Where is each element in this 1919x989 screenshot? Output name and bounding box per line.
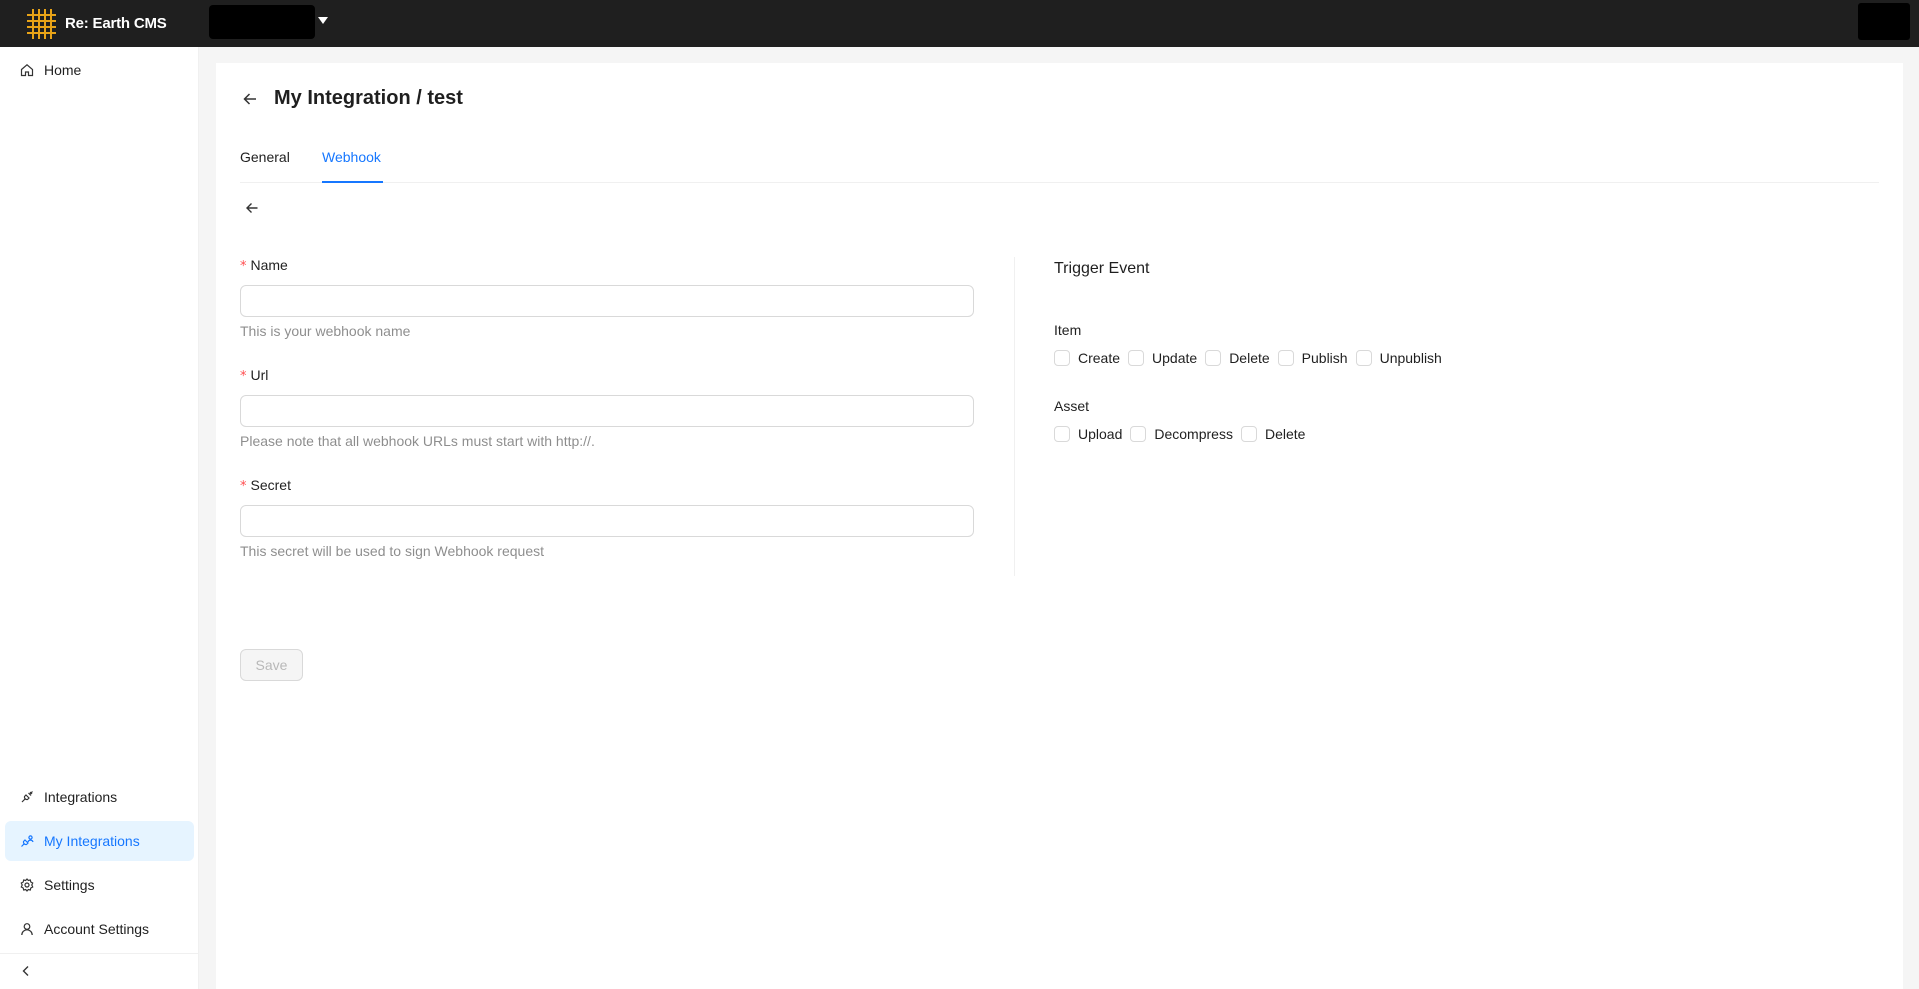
required-mark: *	[240, 369, 247, 384]
home-icon	[20, 63, 34, 77]
user-menu[interactable]	[1858, 3, 1910, 40]
top-bar: Re: Earth CMS	[0, 0, 1919, 47]
sidebar: Home Integrations My Integrations Settin…	[0, 47, 199, 989]
checkbox-label: Delete	[1264, 426, 1306, 442]
arrow-left-icon	[246, 203, 258, 213]
checkbox-box[interactable]	[1054, 350, 1070, 366]
secret-help: This secret will be used to sign Webhook…	[240, 543, 545, 559]
name-label-text: Name	[250, 257, 288, 273]
main-content: My Integration / test General Webhook * N…	[216, 63, 1903, 989]
sidebar-item-label: Integrations	[44, 789, 118, 805]
name-label: * Name	[240, 254, 974, 276]
gear-icon	[20, 878, 34, 892]
chevron-left-icon	[20, 964, 32, 980]
arrow-left-icon	[243, 92, 256, 105]
checkbox-label: Unpublish	[1379, 350, 1442, 366]
vertical-divider	[1014, 257, 1015, 576]
tab-active-indicator	[322, 181, 383, 183]
checkbox-item-publish[interactable]: Publish	[1277, 347, 1348, 369]
checkbox-box[interactable]	[1054, 426, 1070, 442]
checkbox-label: Publish	[1301, 350, 1348, 366]
checkbox-item-delete[interactable]: Delete	[1205, 347, 1270, 369]
sidebar-item-label: Settings	[44, 877, 95, 893]
sidebar-item-label: My Integrations	[44, 833, 140, 849]
my-integration-icon	[20, 834, 34, 848]
url-field: * Url Please note that all webhook URLs m…	[240, 364, 974, 452]
tab-webhook[interactable]: Webhook	[322, 141, 381, 183]
workspace-selector[interactable]	[209, 5, 315, 39]
checkbox-label: Update	[1152, 350, 1198, 366]
checkbox-box[interactable]	[1205, 350, 1222, 366]
tab-general[interactable]: General	[240, 141, 290, 183]
sidebar-item-integrations[interactable]: Integrations	[5, 777, 194, 817]
sidebar-item-my-integrations[interactable]: My Integrations	[5, 821, 194, 861]
secret-input[interactable]	[240, 505, 974, 537]
checkbox-asset-decompress[interactable]: Decompress	[1130, 423, 1233, 445]
trigger-event-title: Trigger Event	[1054, 260, 1150, 277]
sidebar-item-label: Account Settings	[44, 921, 150, 937]
tab-bar: General Webhook	[240, 141, 1879, 183]
required-mark: *	[240, 479, 247, 494]
sidebar-item-home[interactable]: Home	[5, 50, 194, 90]
app-name: Re: Earth CMS	[65, 15, 167, 32]
sidebar-collapse-button[interactable]	[0, 953, 199, 989]
checkbox-label: Decompress	[1154, 426, 1233, 442]
checkbox-label: Upload	[1078, 426, 1123, 442]
url-label: * Url	[240, 364, 974, 386]
page-header: My Integration / test	[240, 87, 463, 110]
checkbox-asset-upload[interactable]: Upload	[1054, 423, 1122, 445]
checkbox-item-update[interactable]: Update	[1128, 347, 1197, 369]
integration-icon	[20, 790, 34, 804]
sidebar-item-label: Home	[44, 62, 82, 78]
secret-field: * Secret This secret will be used to sign…	[240, 474, 974, 562]
checkbox-box[interactable]	[1240, 426, 1257, 442]
checkbox-box[interactable]	[1277, 350, 1294, 366]
url-input[interactable]	[240, 395, 974, 427]
url-help: Please note that all webhook URLs must s…	[240, 433, 595, 449]
item-events-group: Item Create Update Delete Publish Unpubl…	[1054, 319, 1450, 369]
checkbox-item-create[interactable]: Create	[1054, 347, 1120, 369]
logo[interactable]: Re: Earth CMS	[24, 7, 167, 41]
back-button[interactable]	[240, 89, 260, 109]
grid-logo-icon	[24, 7, 58, 41]
asset-events-group: Asset Upload Decompress Delete	[1054, 395, 1313, 445]
checkbox-label: Delete	[1229, 350, 1270, 366]
asset-events-label: Asset	[1054, 398, 1090, 414]
secret-label: * Secret	[240, 474, 974, 496]
sidebar-item-settings[interactable]: Settings	[5, 865, 194, 905]
name-input[interactable]	[240, 285, 974, 317]
checkbox-asset-delete[interactable]: Delete	[1240, 423, 1306, 445]
trigger-event-panel: Trigger Event Item Create Update Delete …	[1054, 257, 1654, 442]
checkbox-box[interactable]	[1130, 426, 1147, 442]
url-label-text: Url	[250, 367, 269, 383]
sidebar-item-account-settings[interactable]: Account Settings	[5, 909, 194, 949]
checkbox-item-unpublish[interactable]: Unpublish	[1355, 347, 1442, 369]
save-button[interactable]: Save	[240, 649, 303, 681]
secret-label-text: Secret	[250, 477, 291, 493]
item-events-label: Item	[1054, 322, 1082, 338]
webhook-back-button[interactable]	[244, 200, 260, 216]
caret-down-icon[interactable]	[318, 17, 328, 24]
checkbox-label: Create	[1078, 350, 1121, 366]
checkbox-box[interactable]	[1355, 350, 1372, 366]
name-help: This is your webhook name	[240, 323, 411, 339]
page-title: My Integration / test	[274, 87, 463, 109]
user-icon	[20, 922, 34, 936]
required-mark: *	[240, 259, 247, 274]
name-field: * Name This is your webhook name	[240, 254, 974, 342]
checkbox-box[interactable]	[1128, 350, 1145, 366]
